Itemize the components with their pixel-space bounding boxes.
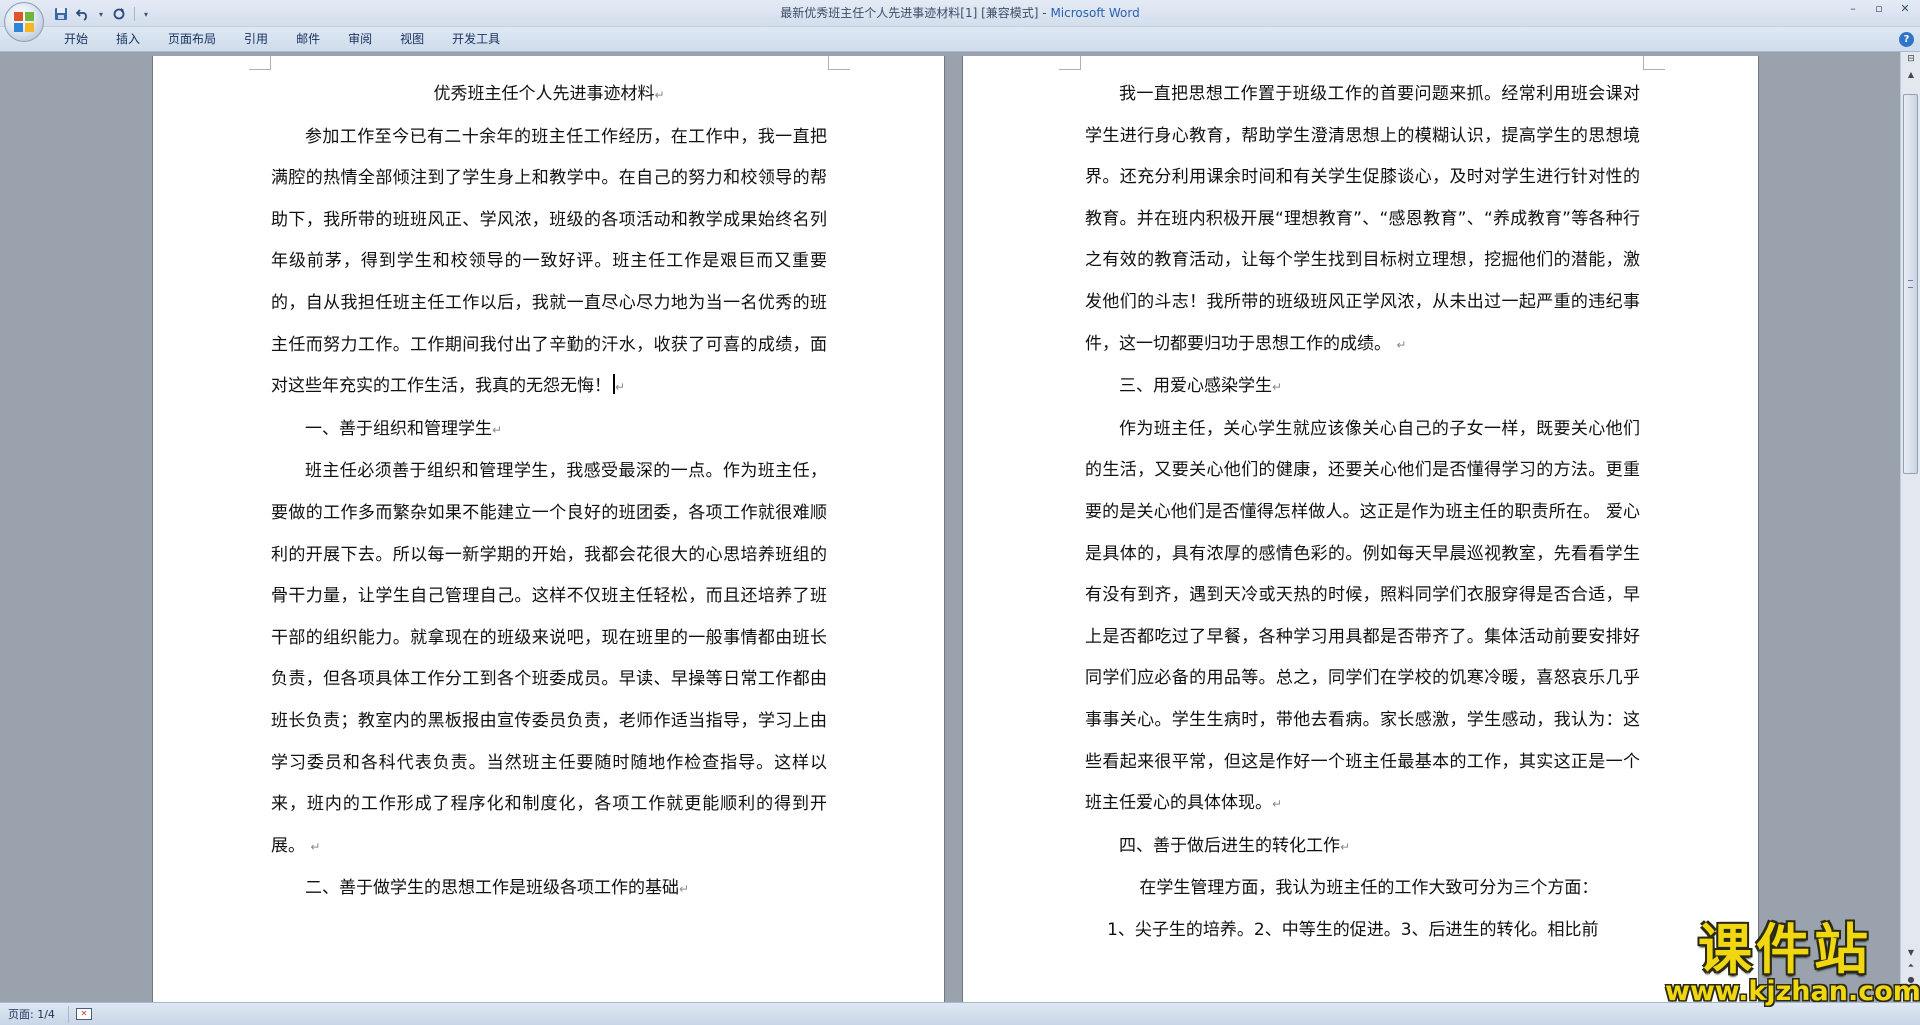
qat-separator bbox=[134, 7, 135, 21]
paragraph[interactable]: 在学生管理方面，我认为班主任的工作大致可分为三个方面： bbox=[1085, 868, 1640, 910]
undo-dropdown-icon[interactable]: ▾ bbox=[96, 10, 106, 19]
paragraph[interactable]: 作为班主任，关心学生就应该像关心自己的子女一样，既要关心他们的生活，又要关心他们… bbox=[1085, 409, 1640, 826]
help-icon[interactable]: ? bbox=[1899, 32, 1914, 47]
tab-view[interactable]: 视图 bbox=[386, 27, 438, 52]
crop-mark bbox=[1059, 56, 1081, 70]
document-title[interactable]: 优秀班主任个人先进事迹材料↵ bbox=[271, 74, 827, 117]
tab-review[interactable]: 审阅 bbox=[334, 27, 386, 52]
scroll-down-icon[interactable]: ▼ bbox=[1908, 948, 1914, 957]
tab-insert[interactable]: 插入 bbox=[102, 27, 154, 52]
section-heading[interactable]: 三、用爱心感染学生↵ bbox=[1085, 366, 1640, 409]
crop-mark bbox=[249, 56, 271, 70]
paragraph[interactable]: 参加工作至今已有二十余年的班主任工作经历，在工作中，我一直把满腔的热情全部倾注到… bbox=[271, 117, 827, 409]
window-controls: – ▫ ✕ bbox=[1842, 1, 1916, 17]
vertical-scrollbar[interactable]: ⊟ ▲ ▼ ⏶ ● ⏷ bbox=[1900, 52, 1920, 1002]
scroll-nav-group: ▼ ⏶ ● ⏷ bbox=[1904, 948, 1918, 998]
close-button[interactable]: ✕ bbox=[1894, 1, 1916, 17]
document-page-2[interactable]: 我一直把思想工作置于班级工作的首要问题来抓。经常利用班会课对学生进行身心教育，帮… bbox=[962, 56, 1759, 1002]
status-bar: 页面: 1/4 ✕ bbox=[0, 1002, 1920, 1025]
document-page-1[interactable]: 优秀班主任个人先进事迹材料↵ 参加工作至今已有二十余年的班主任工作经历，在工作中… bbox=[152, 56, 945, 1002]
ruler-toggle-icon[interactable]: ⊟ bbox=[1904, 54, 1918, 68]
quick-access-toolbar: ▾ ▾ bbox=[52, 4, 151, 24]
page-2-text[interactable]: 我一直把思想工作置于班级工作的首要问题来抓。经常利用班会课对学生进行身心教育，帮… bbox=[1085, 74, 1640, 951]
section-heading[interactable]: 一、善于组织和管理学生↵ bbox=[271, 409, 827, 452]
window-title: 最新优秀班主任个人先进事迹材料[1] [兼容模式] - Microsoft Wo… bbox=[0, 0, 1920, 26]
tab-mailings[interactable]: 邮件 bbox=[282, 27, 334, 52]
save-icon[interactable] bbox=[52, 5, 70, 23]
status-separator bbox=[68, 1006, 69, 1023]
title-separator: - bbox=[1038, 6, 1051, 20]
restore-button[interactable]: ▫ bbox=[1868, 1, 1890, 17]
proofing-icon[interactable]: ✕ bbox=[76, 1008, 92, 1020]
office-button[interactable] bbox=[4, 2, 44, 42]
undo-icon[interactable] bbox=[74, 5, 92, 23]
paragraph[interactable]: 班主任必须善于组织和管理学生，我感受最深的一点。作为班主任，要做的工作多而繁杂如… bbox=[271, 451, 827, 868]
paragraph[interactable]: 我一直把思想工作置于班级工作的首要问题来抓。经常利用班会课对学生进行身心教育，帮… bbox=[1085, 74, 1640, 366]
tab-page-layout[interactable]: 页面布局 bbox=[154, 27, 230, 52]
next-page-icon[interactable]: ⏷ bbox=[1908, 988, 1914, 998]
select-browse-object-icon[interactable]: ● bbox=[1908, 975, 1915, 984]
section-heading[interactable]: 二、善于做学生的思想工作是班级各项工作的基础↵ bbox=[271, 868, 827, 911]
redo-icon[interactable] bbox=[110, 5, 128, 23]
crop-mark bbox=[828, 56, 850, 70]
tab-home[interactable]: 开始 bbox=[50, 27, 102, 52]
app-name: Microsoft Word bbox=[1050, 6, 1140, 20]
document-workspace[interactable]: 优秀班主任个人先进事迹材料↵ 参加工作至今已有二十余年的班主任工作经历，在工作中… bbox=[0, 52, 1900, 1002]
ribbon-tab-bar: 开始 插入 页面布局 引用 邮件 审阅 视图 开发工具 ? bbox=[0, 27, 1920, 52]
page-1-text[interactable]: 优秀班主任个人先进事迹材料↵ 参加工作至今已有二十余年的班主任工作经历，在工作中… bbox=[271, 74, 827, 911]
scroll-up-icon[interactable]: ▲ bbox=[1904, 70, 1918, 84]
customize-qat-icon[interactable]: ▾ bbox=[141, 10, 151, 19]
paragraph[interactable]: 1、尖子生的培养。2、中等生的促进。3、后进生的转化。相比前 bbox=[1085, 910, 1640, 952]
tab-references[interactable]: 引用 bbox=[230, 27, 282, 52]
scrollbar-thumb[interactable] bbox=[1903, 94, 1918, 474]
tab-developer[interactable]: 开发工具 bbox=[438, 27, 514, 52]
title-bar: 最新优秀班主任个人先进事迹材料[1] [兼容模式] - Microsoft Wo… bbox=[0, 0, 1920, 27]
page-count-status[interactable]: 页面: 1/4 bbox=[8, 1003, 55, 1025]
minimize-button[interactable]: – bbox=[1842, 1, 1864, 17]
ribbon-tabs: 开始 插入 页面布局 引用 邮件 审阅 视图 开发工具 bbox=[50, 27, 514, 52]
previous-page-icon[interactable]: ⏶ bbox=[1908, 961, 1914, 971]
office-logo-icon bbox=[14, 12, 34, 32]
crop-mark bbox=[1643, 56, 1665, 70]
document-name: 最新优秀班主任个人先进事迹材料[1] [兼容模式] bbox=[780, 6, 1039, 20]
scrollbar-grip-icon bbox=[1908, 280, 1913, 288]
section-heading[interactable]: 四、善于做后进生的转化工作↵ bbox=[1085, 826, 1640, 869]
